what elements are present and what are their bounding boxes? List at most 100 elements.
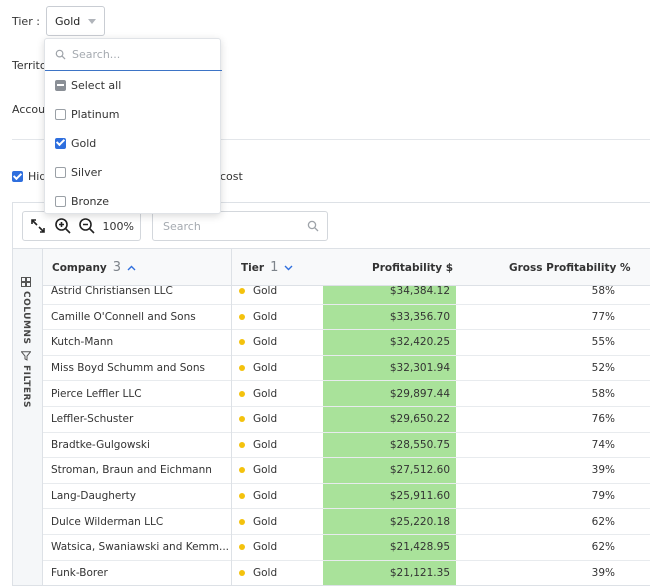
gross-profitability-cell: 79% <box>591 490 615 503</box>
zoom-out-icon[interactable] <box>78 216 97 236</box>
header-profitability[interactable]: Profitability $ <box>372 249 453 286</box>
profitability-cell: $29,650.22 <box>323 407 456 432</box>
header-tier-label: Tier <box>241 261 265 274</box>
tier-select[interactable]: Gold <box>45 6 106 36</box>
tier-cell: Gold <box>239 535 324 560</box>
tier-cell-label: Gold <box>253 387 278 400</box>
zoom-level: 100% <box>102 219 134 233</box>
tier-cell-label: Gold <box>253 566 278 579</box>
gross-profitability-cell: 52% <box>591 362 615 375</box>
profitability-cell: $27,512.60 <box>323 458 456 483</box>
tier-cell-label: Gold <box>253 438 278 451</box>
company-cell: Camille O'Connell and Sons <box>51 310 196 323</box>
dropdown-option-checkbox[interactable] <box>55 195 66 207</box>
table-row[interactable]: Astrid Christiansen LLC Gold $34,384.12 58% <box>43 286 650 305</box>
profitability-cell: $25,220.18 <box>323 509 456 534</box>
chevron-down-icon <box>284 262 293 274</box>
company-cell: Leffler-Schuster <box>51 413 134 426</box>
dropdown-option-checkbox[interactable] <box>55 137 66 149</box>
tier-cell-label: Gold <box>253 464 278 477</box>
table-row[interactable]: Dulce Wilderman LLC Gold $25,220.18 62% <box>43 509 650 535</box>
company-cell: Kutch-Mann <box>51 336 114 349</box>
dropdown-option[interactable]: Bronze <box>55 191 109 211</box>
profitability-cell: $32,301.94 <box>323 355 456 381</box>
profitability-cell: $34,384.12 <box>323 286 456 304</box>
gross-profitability-cell: 58% <box>591 286 615 298</box>
tier-cell: Gold <box>239 433 324 458</box>
tier-dot-icon <box>239 390 245 397</box>
header-company[interactable]: Company 3 <box>52 249 136 286</box>
dropdown-option-checkbox[interactable] <box>55 79 66 91</box>
chevron-down-icon <box>88 18 97 24</box>
table-row[interactable]: Watsica, Swaniawski and Kemm... Gold $21,4… <box>43 535 650 561</box>
grid-search-input[interactable] <box>163 219 303 233</box>
table-row[interactable]: Lang-Daugherty Gold $25,911.60 79% <box>43 483 650 510</box>
grid-search[interactable] <box>152 211 328 241</box>
tier-cell-label: Gold <box>253 541 278 554</box>
header-profitability-label: Profitability $ <box>372 261 454 274</box>
header-company-sort-index: 3 <box>112 260 122 275</box>
table-row[interactable]: Miss Boyd Schumm and Sons Gold $32,301.94 5… <box>43 355 650 382</box>
dropdown-option-checkbox[interactable] <box>55 108 66 120</box>
hide-option-checkbox[interactable] <box>12 171 23 182</box>
company-cell: Pierce Leffler LLC <box>51 387 142 400</box>
hide-option-row[interactable]: Hid cost <box>12 170 243 183</box>
territory-filter-label: Territo <box>12 59 47 72</box>
header-gross-profitability[interactable]: Gross Profitability % <box>509 249 631 286</box>
tier-dot-icon <box>239 544 245 551</box>
hide-option-label-tail: cost <box>220 170 243 183</box>
tier-cell: Gold <box>239 407 324 432</box>
chevron-up-icon <box>127 262 136 274</box>
expand-icon[interactable] <box>29 216 48 236</box>
company-cell: Astrid Christiansen LLC <box>51 286 173 298</box>
tier-cell: Gold <box>239 484 324 509</box>
profitability-cell: $21,428.95 <box>323 535 456 560</box>
header-tier[interactable]: Tier 1 <box>241 249 293 286</box>
tier-dot-icon <box>239 313 245 320</box>
company-cell: Lang-Daugherty <box>51 490 136 503</box>
table-row[interactable]: Leffler-Schuster Gold $29,650.22 76% <box>43 407 650 433</box>
columns-icon <box>21 277 31 287</box>
tier-cell: Gold <box>239 509 324 534</box>
tier-dot-icon <box>239 416 245 423</box>
dropdown-option[interactable]: Silver <box>55 162 102 182</box>
tier-cell: Gold <box>239 458 324 483</box>
gross-profitability-cell: 39% <box>591 566 615 579</box>
tier-cell-label: Gold <box>253 310 278 323</box>
data-grid: 100% COLUMNS FILTERS Company 3 Tie <box>12 202 650 586</box>
dropdown-option-label: Bronze <box>71 194 110 208</box>
filters-tab[interactable]: FILTERS <box>21 351 31 408</box>
search-icon <box>55 49 66 60</box>
tier-dot-icon <box>239 518 245 525</box>
tier-cell: Gold <box>239 286 324 304</box>
dropdown-option[interactable]: Platinum <box>55 104 119 124</box>
table-row[interactable]: Pierce Leffler LLC Gold $29,897.44 58% <box>43 381 650 407</box>
tier-cell: Gold <box>239 330 324 355</box>
columns-tab-label: COLUMNS <box>21 291 31 345</box>
table-row[interactable]: Camille O'Connell and Sons Gold $33,356.70… <box>43 304 650 331</box>
table-row[interactable]: Funk-Borer Gold $21,121.35 39% <box>43 560 650 585</box>
filter-icon <box>21 351 31 361</box>
columns-tab[interactable]: COLUMNS <box>21 277 31 344</box>
table-row[interactable]: Kutch-Mann Gold $32,420.25 55% <box>43 330 650 356</box>
tier-filter-row: Tier : Gold <box>12 6 106 36</box>
table-row[interactable]: Stroman, Braun and Eichmann Gold $27,512.6… <box>43 458 650 484</box>
tier-cell-label: Gold <box>253 336 278 349</box>
zoom-in-icon[interactable] <box>54 216 73 236</box>
column-separator[interactable] <box>231 249 232 285</box>
dropdown-option[interactable]: Select all <box>55 75 121 95</box>
header-company-label: Company <box>52 261 107 274</box>
company-cell: Miss Boyd Schumm and Sons <box>51 362 205 375</box>
dropdown-option-checkbox[interactable] <box>55 166 66 178</box>
tier-select-value: Gold <box>54 14 81 28</box>
company-cell: Funk-Borer <box>51 566 108 579</box>
table-row[interactable]: Bradtke-Gulgowski Gold $28,550.75 74% <box>43 432 650 459</box>
dropdown-option[interactable]: Gold <box>55 133 96 153</box>
dropdown-search-input[interactable] <box>72 48 212 61</box>
dropdown-search[interactable] <box>45 39 222 71</box>
tier-cell: Gold <box>239 305 324 330</box>
profitability-cell: $33,356.70 <box>323 304 456 330</box>
tier-dropdown: Select all Platinum Gold Silver Bronze <box>44 38 222 214</box>
profitability-cell: $29,897.44 <box>323 381 456 406</box>
tier-dot-icon <box>239 441 245 448</box>
